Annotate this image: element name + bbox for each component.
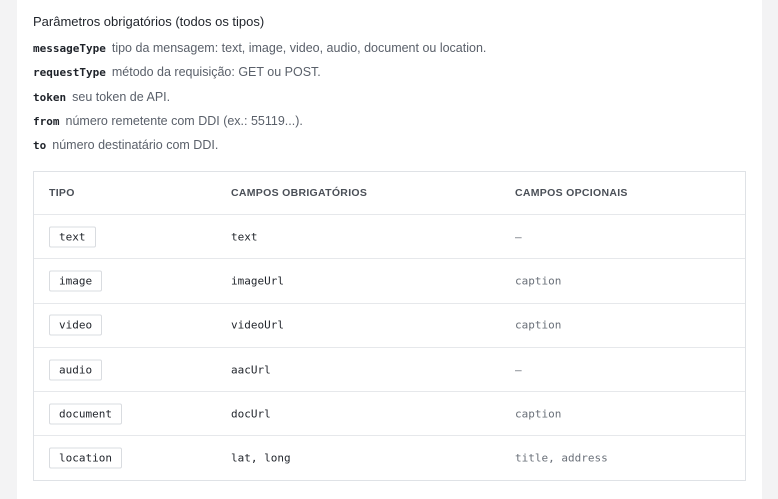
- optional-fields: caption: [515, 407, 562, 421]
- param-description: número remetente com DDI (ex.: 55119...)…: [65, 114, 303, 128]
- param-description: número destinatário com DDI.: [52, 138, 219, 152]
- optional-fields: caption: [515, 274, 562, 288]
- type-tag: document: [49, 403, 122, 425]
- message-types-table: TIPO CAMPOS OBRIGATÓRIOS CAMPOS OPCIONAI…: [33, 171, 746, 481]
- table-row: location lat, long title, address: [34, 435, 745, 479]
- type-tag: location: [49, 447, 122, 469]
- type-tag: text: [49, 226, 96, 248]
- param-description: método da requisição: GET ou POST.: [111, 65, 321, 79]
- param-request-type: requestType método da requisição: GET ou …: [33, 65, 321, 79]
- table-row: image imageUrl caption: [34, 258, 745, 302]
- required-fields: lat, long: [231, 451, 291, 465]
- required-fields: docUrl: [231, 407, 271, 421]
- type-tag: audio: [49, 359, 103, 381]
- optional-fields: caption: [515, 318, 562, 332]
- header-required-fields: CAMPOS OBRIGATÓRIOS: [231, 187, 368, 199]
- required-fields: text: [231, 230, 258, 244]
- table-row: audio aacUrl —: [34, 346, 745, 391]
- optional-fields: title, address: [515, 451, 608, 465]
- type-tag: video: [49, 314, 103, 336]
- param-name: messageType: [33, 42, 106, 55]
- param-name: to: [33, 139, 47, 152]
- param-to: to número destinatário com DDI.: [33, 138, 218, 152]
- table-header-row: TIPO CAMPOS OBRIGATÓRIOS CAMPOS OPCIONAI…: [34, 172, 745, 214]
- param-name: requestType: [33, 66, 106, 79]
- param-message-type: messageType tipo da mensagem: text, image…: [33, 41, 486, 55]
- table-row: video videoUrl caption: [34, 302, 745, 347]
- param-from: from número remetente com DDI (ex.: 55119…: [33, 114, 303, 128]
- header-optional-fields: CAMPOS OPCIONAIS: [515, 187, 628, 199]
- required-fields: aacUrl: [231, 363, 271, 377]
- param-description: seu token de API.: [72, 90, 171, 104]
- content-card: Parâmetros obrigatórios (todos os tipos)…: [17, 0, 762, 499]
- required-fields: videoUrl: [231, 318, 284, 332]
- optional-fields: —: [515, 363, 522, 377]
- section-heading: Parâmetros obrigatórios (todos os tipos): [33, 14, 265, 29]
- type-tag: image: [49, 270, 103, 292]
- param-name: from: [33, 115, 60, 128]
- optional-fields: —: [515, 230, 522, 244]
- required-fields: imageUrl: [231, 274, 284, 288]
- table-row: document docUrl caption: [34, 391, 745, 435]
- param-token: token seu token de API.: [33, 90, 170, 104]
- param-description: tipo da mensagem: text, image, video, au…: [111, 41, 487, 55]
- header-type: TIPO: [49, 187, 75, 199]
- table-row: text text —: [34, 214, 745, 258]
- param-name: token: [33, 91, 67, 104]
